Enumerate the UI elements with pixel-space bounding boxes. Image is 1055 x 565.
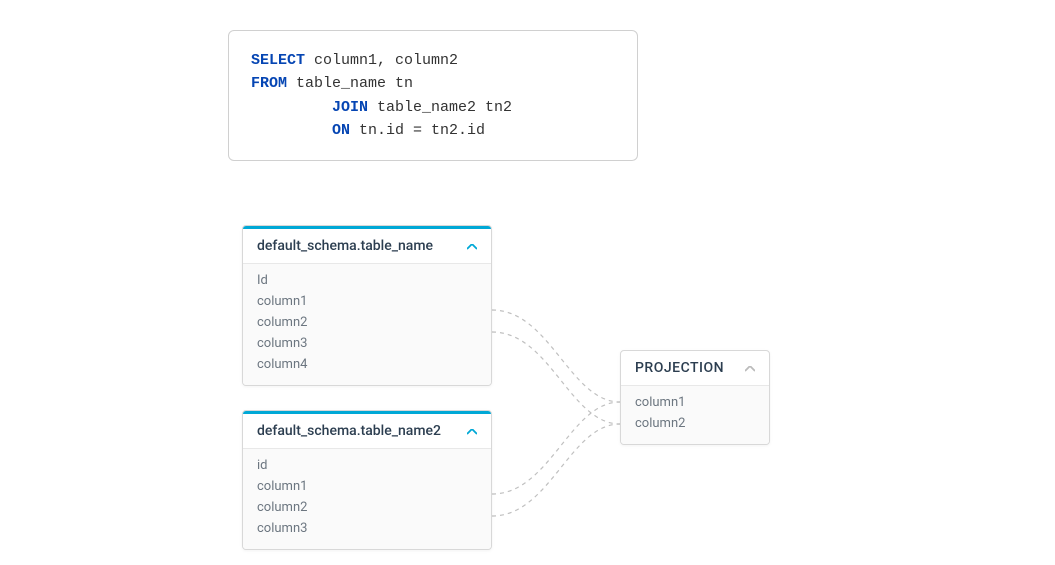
sql-line3-indent	[251, 99, 332, 116]
table1-columns: Id column1 column2 column3 column4	[243, 264, 491, 385]
table1-col-2: column2	[257, 312, 477, 333]
kw-select: SELECT	[251, 52, 305, 69]
table2-header[interactable]: default_schema.table_name2	[243, 411, 491, 449]
sql-line4-indent	[251, 122, 332, 139]
conn-t2-col2	[492, 424, 620, 516]
table2-col-0: id	[257, 455, 477, 476]
table2-col-1: column1	[257, 476, 477, 497]
table2-columns: id column1 column2 column3	[243, 449, 491, 549]
conn-t1-col1	[492, 310, 620, 402]
projection-header[interactable]: PROJECTION	[621, 351, 769, 386]
kw-on: ON	[332, 122, 350, 139]
table1-col-4: column4	[257, 354, 477, 375]
conn-t1-col2	[492, 332, 620, 424]
chevron-up-icon	[467, 424, 477, 438]
chevron-up-icon	[745, 361, 755, 375]
sql-line-3: JOIN table_name2 tn2	[251, 96, 615, 119]
sql-line3-rest: table_name2 tn2	[368, 99, 512, 116]
table2-title: default_schema.table_name2	[257, 423, 441, 439]
table-card-1: default_schema.table_name Id column1 col…	[242, 225, 492, 386]
projection-card: PROJECTION column1 column2	[620, 350, 770, 445]
sql-line1-rest: column1, column2	[305, 52, 458, 69]
kw-join: JOIN	[332, 99, 368, 116]
sql-line-1: SELECT column1, column2	[251, 49, 615, 72]
table1-title: default_schema.table_name	[257, 238, 433, 254]
sql-line2-rest: table_name tn	[287, 75, 413, 92]
sql-line-2: FROM table_name tn	[251, 72, 615, 95]
sql-line4-rest: tn.id = tn2.id	[350, 122, 485, 139]
table2-col-2: column2	[257, 497, 477, 518]
projection-col-0: column1	[635, 392, 755, 413]
table-card-2: default_schema.table_name2 id column1 co…	[242, 410, 492, 550]
table1-col-0: Id	[257, 270, 477, 291]
table1-header[interactable]: default_schema.table_name	[243, 226, 491, 264]
table1-col-3: column3	[257, 333, 477, 354]
projection-title: PROJECTION	[635, 360, 724, 376]
chevron-up-icon	[467, 239, 477, 253]
projection-col-1: column2	[635, 413, 755, 434]
table2-col-3: column3	[257, 518, 477, 539]
sql-code-box: SELECT column1, column2 FROM table_name …	[228, 30, 638, 161]
projection-columns: column1 column2	[621, 386, 769, 444]
conn-t2-col1	[492, 402, 620, 494]
table1-col-1: column1	[257, 291, 477, 312]
kw-from: FROM	[251, 75, 287, 92]
sql-line-4: ON tn.id = tn2.id	[251, 119, 615, 142]
